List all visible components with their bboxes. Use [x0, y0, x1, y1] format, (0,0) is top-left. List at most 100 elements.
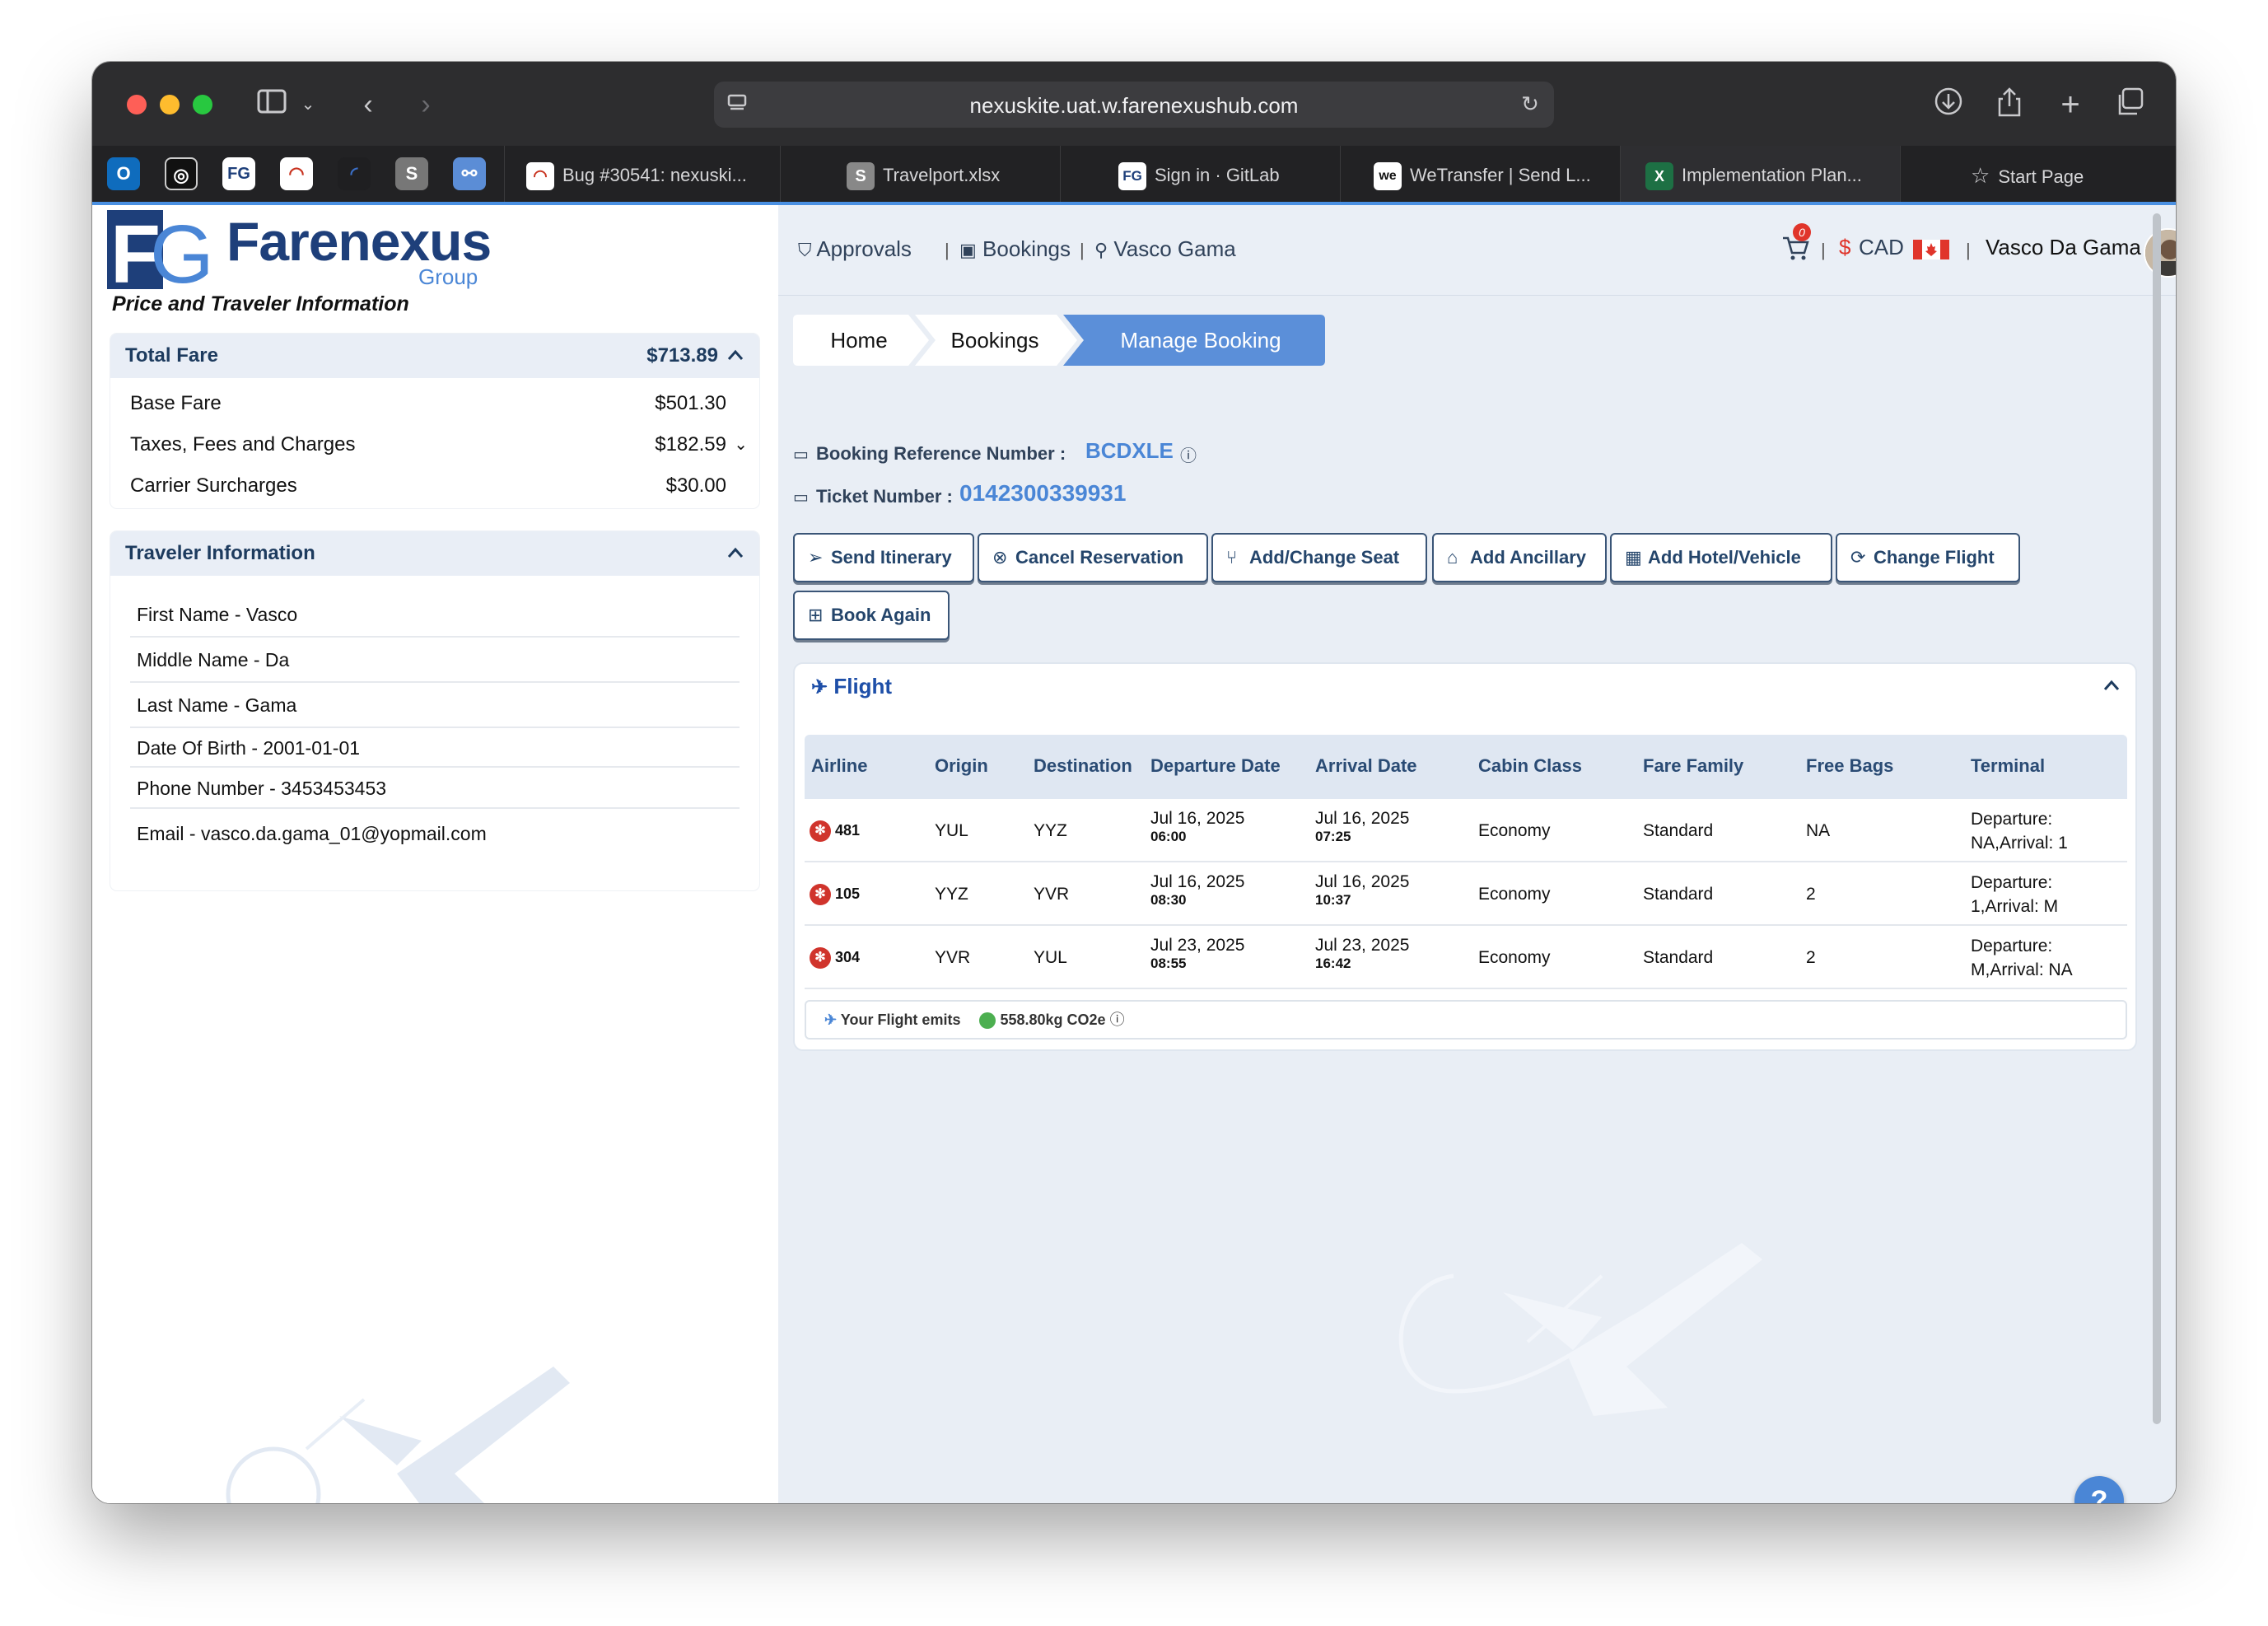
- nav-bookings-label: Bookings: [982, 236, 1071, 261]
- flight-number: 105: [835, 885, 861, 902]
- info-icon[interactable]: ⓘ: [1110, 1012, 1125, 1028]
- book-again-button[interactable]: ⊞ Book Again: [793, 591, 950, 640]
- redmine-tab-icon[interactable]: ◠: [280, 157, 313, 190]
- refresh-icon: ⟳: [1850, 547, 1866, 568]
- tab-overview-icon[interactable]: [2112, 86, 2148, 125]
- chatgpt-tab-icon[interactable]: ◎: [165, 157, 198, 190]
- hotel-icon: ▦: [1625, 547, 1642, 568]
- arrival-time: 10:37: [1315, 892, 1351, 908]
- nav-user-link[interactable]: ⚲ Vasco Gama: [1094, 236, 1236, 262]
- reload-icon[interactable]: ↻: [1518, 91, 1542, 116]
- cancel-reservation-button[interactable]: ⊗ Cancel Reservation: [978, 533, 1208, 582]
- air-canada-icon: ✻: [810, 947, 831, 969]
- help-button[interactable]: ?: [2074, 1476, 2124, 1503]
- table-row: ✻ 481 YUL YYZ Jul 16, 2025 06:00 Jul 16, …: [805, 799, 2127, 862]
- user-name[interactable]: Vasco Da Gama: [1986, 235, 2141, 260]
- seat-icon: ⑂: [1226, 547, 1238, 568]
- canada-flag-icon[interactable]: [1913, 240, 1949, 259]
- scrollbar-thumb[interactable]: [2153, 213, 2161, 1424]
- tab-start-page[interactable]: ☆ Start Page: [1900, 146, 2176, 205]
- traveler-middle-name: Middle Name - Da: [130, 638, 740, 683]
- farenexus-icon: FG: [1118, 162, 1146, 191]
- fare-family-cell: Standard: [1643, 948, 1714, 967]
- add-ancillary-label: Add Ancillary: [1470, 547, 1586, 568]
- tab-label: Sign in · GitLab: [1155, 165, 1280, 185]
- chevron-down-icon[interactable]: ⌄: [298, 86, 318, 123]
- chevron-down-icon[interactable]: ⌄: [734, 424, 748, 465]
- share-icon[interactable]: [1991, 86, 2028, 127]
- close-window-button[interactable]: [127, 95, 147, 114]
- emissions-label: Your Flight emits: [840, 1012, 961, 1028]
- logo-mark-g: G: [150, 208, 214, 297]
- add-hotel-vehicle-button[interactable]: ▦ Add Hotel/Vehicle: [1610, 533, 1832, 582]
- breadcrumb-home[interactable]: Home: [793, 315, 925, 366]
- farenexus-logo[interactable]: F G Farenexus Group: [107, 207, 492, 301]
- tab-gitlab[interactable]: FG Sign in · GitLab: [1060, 146, 1340, 205]
- col-cabin-class: Cabin Class: [1478, 755, 1582, 776]
- fare-value: $182.59: [655, 433, 726, 456]
- user-icon: ⚲: [1094, 240, 1108, 260]
- fare-value: $30.00: [665, 474, 726, 497]
- minimize-window-button[interactable]: [160, 95, 180, 114]
- destination-cell: YUL: [1034, 948, 1067, 967]
- nav-bookings[interactable]: ▣ Bookings: [959, 236, 1071, 262]
- arrival-time: 16:42: [1315, 956, 1351, 971]
- cart-icon[interactable]: 0: [1781, 223, 1811, 264]
- download-icon[interactable]: [1930, 86, 1967, 125]
- fare-label: Carrier Surcharges: [130, 474, 297, 497]
- add-ancillary-button[interactable]: ⌂ Add Ancillary: [1432, 533, 1607, 582]
- info-icon[interactable]: ⓘ: [1180, 442, 1197, 466]
- sidebar-toggle-icon[interactable]: [254, 86, 290, 123]
- flight-number: 304: [835, 948, 861, 965]
- fare-row-taxes[interactable]: Taxes, Fees and Charges $182.59 ⌄: [110, 424, 759, 465]
- ticket-icon: ▭: [793, 488, 809, 507]
- terminal-line-1: Departure:: [1971, 810, 2053, 829]
- new-tab-icon[interactable]: +: [2052, 86, 2088, 123]
- traveler-title: Traveler Information: [125, 542, 315, 564]
- plus-square-icon: ⊞: [808, 605, 824, 625]
- terminal-line-2: 1,Arrival: M: [1971, 897, 2059, 916]
- browser-toolbar: ⌄ ‹ › nexuskite.uat.w.farenexushub.com ↻…: [92, 62, 2176, 146]
- fare-header[interactable]: Total Fare $713.89: [110, 334, 759, 378]
- table-row: ✻ 105 YYZ YVR Jul 16, 2025 08:30 Jul 16, …: [805, 862, 2127, 926]
- farenexus-tab-icon[interactable]: FG: [222, 157, 255, 190]
- back-icon[interactable]: ‹: [356, 86, 380, 123]
- traveler-header[interactable]: Traveler Information: [110, 531, 759, 576]
- departure-time: 08:30: [1150, 892, 1187, 908]
- scrollbar[interactable]: [2151, 205, 2163, 1424]
- tab-label: Implementation Plan...: [1682, 165, 1862, 185]
- tab-implementation[interactable]: X Implementation Plan...: [1620, 146, 1900, 205]
- tab-label: WeTransfer | Send L...: [1410, 165, 1591, 185]
- nav-approvals[interactable]: ⛉ Approvals: [798, 236, 912, 262]
- add-change-seat-button[interactable]: ⑂ Add/Change Seat: [1211, 533, 1427, 582]
- forward-icon[interactable]: ›: [413, 86, 438, 123]
- fare-card: Total Fare $713.89 Base Fare $501.30 Tax…: [110, 334, 759, 508]
- origin-cell: YVR: [935, 948, 971, 967]
- flight-header[interactable]: ✈ Flight: [811, 674, 892, 699]
- bags-cell: 2: [1806, 948, 1816, 967]
- chevron-up-icon[interactable]: [2102, 679, 2121, 696]
- sheets-tab-icon[interactable]: S: [395, 157, 428, 190]
- chevron-up-icon[interactable]: [726, 531, 744, 576]
- nav-separator: |: [1966, 240, 1971, 260]
- send-itinerary-button[interactable]: ➢ Send Itinerary: [793, 533, 974, 582]
- fare-value: $501.30: [655, 392, 726, 414]
- chevron-up-icon[interactable]: [726, 334, 744, 378]
- plane-icon: ✈: [811, 676, 828, 699]
- breadcrumb-bookings[interactable]: Bookings: [929, 315, 1061, 366]
- tab-wetransfer[interactable]: we WeTransfer | Send L...: [1340, 146, 1620, 205]
- zoom-window-button[interactable]: [193, 95, 212, 114]
- traveler-first-name: First Name - Vasco: [130, 592, 740, 638]
- logo-sub: Group: [418, 264, 478, 289]
- address-bar[interactable]: nexuskite.uat.w.farenexushub.com ↻: [714, 82, 1554, 128]
- loading-tab-icon[interactable]: ◜: [338, 157, 371, 190]
- fare-label: Taxes, Fees and Charges: [130, 433, 356, 456]
- tab-bug[interactable]: ◠ Bug #30541: nexuski...: [504, 146, 780, 205]
- tab-travelport[interactable]: S Travelport.xlsx: [780, 146, 1060, 205]
- link-tab-icon[interactable]: ⚯: [453, 157, 486, 190]
- currency-selector[interactable]: CAD: [1859, 235, 1904, 260]
- change-flight-button[interactable]: ⟳ Change Flight: [1836, 533, 2020, 582]
- col-fare-family: Fare Family: [1643, 755, 1744, 776]
- origin-cell: YYZ: [935, 885, 968, 904]
- outlook-tab-icon[interactable]: O: [107, 157, 140, 190]
